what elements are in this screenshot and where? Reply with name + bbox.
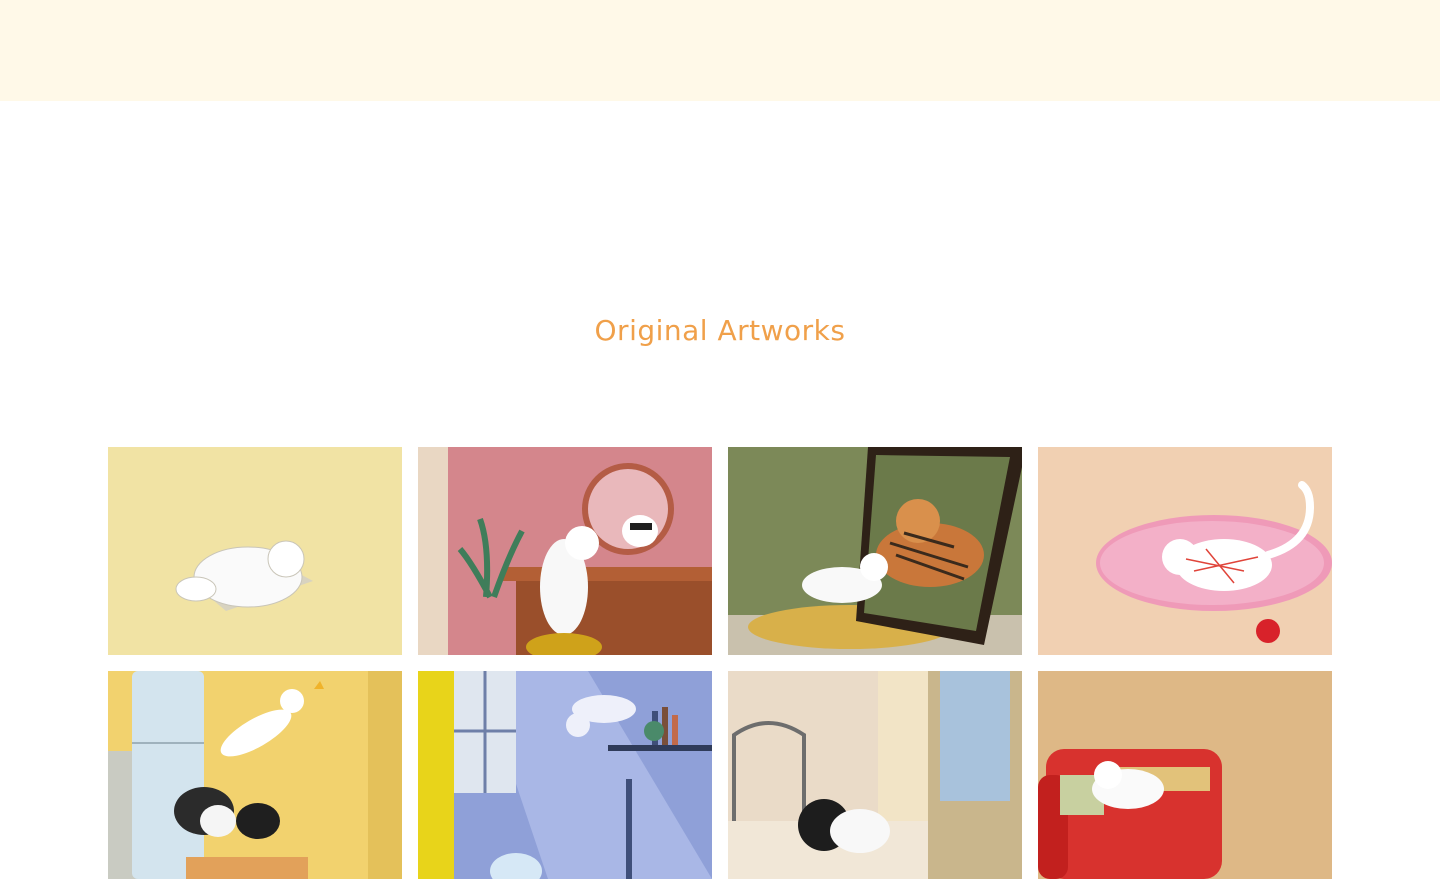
artwork-image: [418, 671, 712, 879]
artwork-card[interactable]: [1038, 447, 1332, 655]
artwork-image: [728, 447, 1022, 655]
artwork-image: [728, 671, 1022, 879]
artwork-card[interactable]: [728, 447, 1022, 655]
artwork-gallery: [108, 447, 1334, 879]
artwork-card[interactable]: [418, 671, 712, 879]
artwork-card[interactable]: [108, 671, 402, 879]
artwork-card[interactable]: [418, 447, 712, 655]
artwork-card[interactable]: [108, 447, 402, 655]
artwork-image: [108, 671, 402, 879]
artwork-image: [418, 447, 712, 655]
artwork-card[interactable]: [1038, 671, 1332, 879]
top-banner: [0, 0, 1440, 101]
artwork-image: [108, 447, 402, 655]
artwork-image: [1038, 671, 1332, 879]
artwork-image: [1038, 447, 1332, 655]
artwork-card[interactable]: [728, 671, 1022, 879]
section-title: Original Artworks: [594, 314, 846, 347]
